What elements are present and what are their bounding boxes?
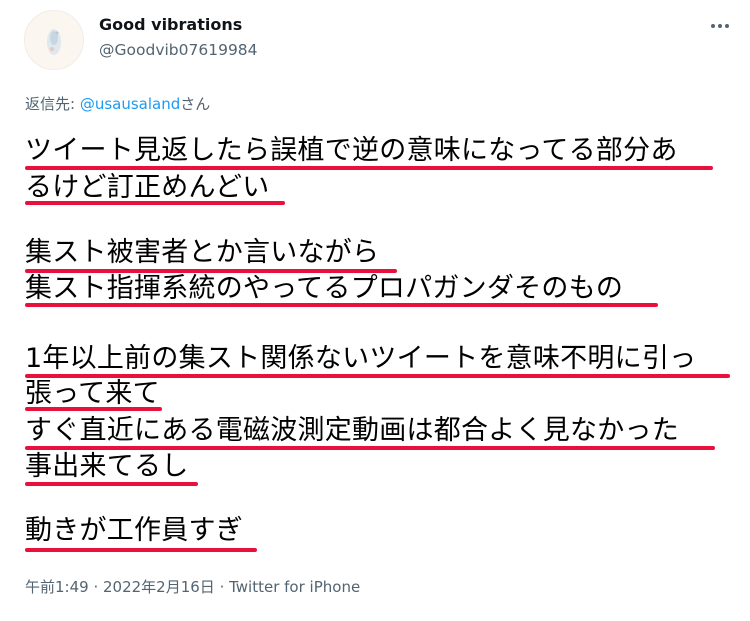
tweet-line: 事出来てるし [25,451,189,482]
tweet-line: すぐ直近にある電磁波測定動画は都合よく見なかった [25,415,679,446]
user-handle[interactable]: @Goodvib07619984 [99,41,258,59]
more-dots-icon [711,24,729,28]
annotation-underline [25,201,285,205]
tweet-line: ツイート見返したら誤植で逆の意味になってる部分あ [25,135,678,166]
replying-to: 返信先: @usausalandさん [25,93,210,114]
timestamp-separator: · [214,578,230,596]
tweet-line: 1年以上前の集スト関係ないツイートを意味不明に引っ [25,343,697,374]
tweet-line: 集スト被害者とか言いながら [25,237,380,268]
reply-prefix: 返信先: [25,95,80,113]
tweet-source-link[interactable]: Twitter for iPhone [229,578,360,596]
avatar-image-icon [25,11,83,69]
tweet-line: 動きが工作員すぎ [25,515,243,546]
tweet-date-link[interactable]: 午前1:49 · 2022年2月16日 [25,578,215,596]
reply-mention-link[interactable]: @usausaland [80,95,180,113]
annotation-underline [25,548,257,552]
reply-suffix: さん [180,95,211,113]
more-options-button[interactable] [704,14,736,38]
annotation-underline [25,482,198,486]
avatar[interactable] [24,10,84,70]
annotation-underline [25,303,658,307]
display-name[interactable]: Good vibrations [99,15,242,34]
tweet: Good vibrations @Goodvib07619984 返信先: @u… [0,0,750,621]
tweet-timestamp: 午前1:49 · 2022年2月16日 · Twitter for iPhone [25,576,360,597]
